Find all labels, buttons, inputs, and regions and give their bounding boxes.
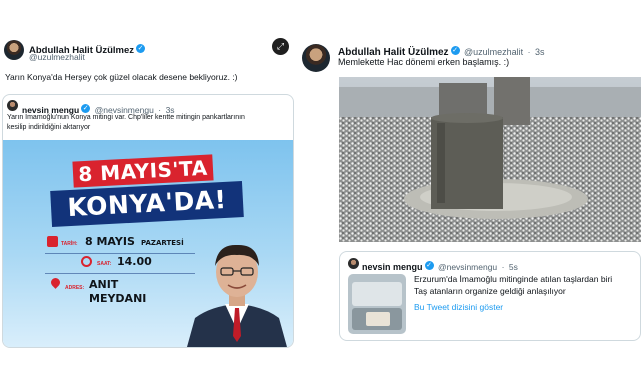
left-quoted-text-2: kesilip indirildiğini aktarıyor [7,124,91,131]
right-quoted-author-name: nevsin mengu [362,262,423,272]
left-quoted-text-1: Yarın İmamoğlu'nun Konya mitingi var. Ch… [7,114,245,121]
clock-icon [81,256,92,267]
right-quoted-avatar [348,258,359,269]
date-value: 8 MAYIS [85,235,135,248]
left-author-handle[interactable]: @uzulmezhalit [29,52,85,62]
rally-poster-image[interactable]: 8 MAYIS'TA KONYA'DA! TARİH: 8 MAYIS PAZA… [3,140,293,347]
place-label: ADRES: [65,285,85,291]
right-quoted-author-line: nevsin mengu ✓ @nevsinmengu · 5s [362,261,518,272]
verified-badge-icon: ✓ [450,46,460,56]
right-tweet-text: Memlekette Hac dönemi erken başlamış. :) [338,57,510,67]
verified-badge-icon: ✓ [424,261,434,271]
expand-icon[interactable]: ⤢ [272,38,289,55]
right-tweet-time[interactable]: 3s [535,47,545,57]
crowd-photo[interactable] [339,77,641,242]
right-quoted-text-1: Erzurum'da İmamoğlu mitinginde atılan ta… [414,274,613,284]
verified-badge-icon: ✓ [136,44,146,54]
left-tweet-text: Yarın Konya'da Herşey çok güzel olacak d… [5,72,238,82]
date-day: PAZARTESİ [141,239,184,247]
left-quoted-avatar [7,100,18,111]
divider [45,253,195,254]
left-quoted-tweet[interactable]: nevsin mengu ✓ @nevsinmengu · 3s Yarın İm… [2,94,294,348]
candidate-photo [187,244,287,347]
place-value-2: MEYDANI [89,292,147,305]
calendar-icon [47,236,58,247]
location-pin-icon [49,276,62,289]
right-quoted-text-2: Taş atanların organize geldiği anlaşılıy… [414,286,566,296]
right-quoted-time: 5s [508,262,518,272]
right-author-handle[interactable]: @uzulmezhalit [464,47,523,57]
time-label: SAAT: [97,261,112,267]
left-author-avatar[interactable] [4,40,24,60]
poster-headline-2: KONYA'DA! [50,181,244,227]
time-value: 14.00 [117,255,152,268]
right-quoted-handle: @nevsinmengu [437,262,498,272]
quoted-stone-photo [348,274,406,334]
verified-badge-icon: ✓ [81,104,91,114]
right-quoted-tweet[interactable]: nevsin mengu ✓ @nevsinmengu · 5s Erzurum'… [339,251,641,341]
place-value-1: ANIT [89,278,119,291]
show-thread-link[interactable]: Bu Tweet dizisini göster [414,302,503,312]
right-author-avatar[interactable] [302,44,330,72]
divider [45,273,195,274]
date-label: TARİH: [61,241,78,247]
